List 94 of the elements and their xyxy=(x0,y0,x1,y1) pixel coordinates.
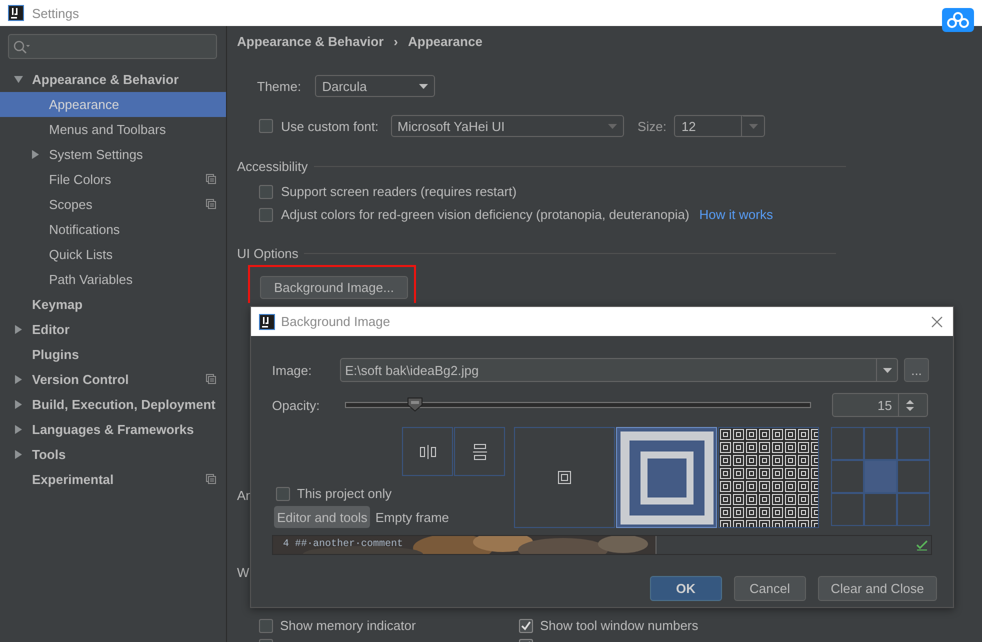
checkbox-label: Show memory indicator xyxy=(280,618,416,633)
app-logo-icon xyxy=(8,5,24,21)
sidebar-item[interactable]: Experimental xyxy=(0,467,226,492)
line-number: 4 xyxy=(283,539,290,550)
expand-arrow-icon[interactable] xyxy=(14,450,22,459)
checkbox-label: Adjust colors for red-green vision deficiency (protanopia, deuteranopia) xyxy=(281,207,690,222)
dialog-button[interactable]: Clear and Close xyxy=(818,576,937,601)
breadcrumb-item[interactable]: Appearance xyxy=(408,34,482,49)
theme-dropdown[interactable]: Darcula xyxy=(315,75,436,97)
sidebar-item[interactable]: Build, Execution, Deployment xyxy=(0,392,226,417)
flip-horizontal-icon xyxy=(420,444,436,458)
target-tab[interactable]: Editor and tools xyxy=(274,506,370,528)
checkbox-label: This project only xyxy=(297,486,392,501)
sidebar-item[interactable]: Keymap xyxy=(0,292,226,317)
expand-arrow-icon[interactable] xyxy=(14,400,22,409)
size-label: Size: xyxy=(638,118,666,134)
slider-thumb[interactable] xyxy=(406,397,423,412)
checkbox[interactable] xyxy=(259,618,273,632)
custom-font-label: Use custom font: xyxy=(281,118,379,134)
anchor-cell[interactable] xyxy=(864,427,897,460)
sidebar-item[interactable]: Appearance xyxy=(0,92,226,117)
sidebar-item[interactable]: Scopes xyxy=(0,192,226,217)
font-dropdown[interactable]: Microsoft YaHei UI xyxy=(390,115,624,137)
sidebar-item[interactable]: Version Control xyxy=(0,367,226,392)
checkbox-label: Support screen readers (requires restart) xyxy=(281,184,517,199)
breadcrumb-separator: › xyxy=(394,34,398,49)
code-comment: ##·another·comment xyxy=(295,539,404,550)
checkbox-label: Show tool window numbers xyxy=(540,618,698,633)
sidebar-item[interactable]: Path Variables xyxy=(0,267,226,292)
flip-vertical-icon xyxy=(472,444,486,460)
dropdown-arrow-icon xyxy=(882,368,892,372)
anchor-cell[interactable] xyxy=(831,493,864,526)
opacity-slider[interactable] xyxy=(345,397,811,413)
background-image-button[interactable]: Background Image... xyxy=(260,276,408,299)
fill-mode-button[interactable] xyxy=(718,427,819,528)
checkmark-icon xyxy=(520,620,532,632)
close-icon[interactable] xyxy=(931,316,943,328)
browse-button[interactable]: ... xyxy=(904,358,929,382)
collapse-arrow-icon[interactable] xyxy=(14,75,22,84)
size-field[interactable]: 12 xyxy=(674,115,766,137)
checkbox[interactable] xyxy=(259,119,273,133)
search-field[interactable] xyxy=(8,34,217,59)
section-heading: Accessibility xyxy=(237,159,308,174)
opacity-label: Opacity: xyxy=(272,398,321,412)
cloud-icon[interactable] xyxy=(942,8,974,32)
expand-arrow-icon[interactable] xyxy=(14,425,22,434)
how-it-works-link[interactable]: How it works xyxy=(699,207,773,222)
theme-label: Theme: xyxy=(257,78,302,94)
sidebar-item[interactable]: File Colors xyxy=(0,167,226,192)
dropdown-arrow-icon xyxy=(608,124,617,128)
anchor-cell[interactable] xyxy=(864,493,897,526)
section-heading: W xyxy=(237,565,250,580)
flip-horizontal-button[interactable] xyxy=(402,427,453,476)
anchor-cell[interactable] xyxy=(864,460,897,493)
app-logo-icon xyxy=(259,314,275,330)
anchor-cell[interactable] xyxy=(897,460,930,493)
dialog-button[interactable]: OK xyxy=(650,576,722,601)
tile-icon xyxy=(719,428,818,527)
breadcrumb-item[interactable]: Appearance & Behavior xyxy=(237,34,384,49)
sidebar-item[interactable]: Editor xyxy=(0,317,226,342)
checkbox[interactable] xyxy=(259,208,273,222)
section-heading: UI Options xyxy=(237,246,298,261)
checkbox[interactable] xyxy=(519,618,533,632)
dropdown-arrow-icon xyxy=(419,84,428,88)
dropdown-arrow-icon xyxy=(741,116,764,136)
sidebar-item[interactable]: Tools xyxy=(0,442,226,467)
sidebar-item[interactable]: Notifications xyxy=(0,217,226,242)
anchor-cell[interactable] xyxy=(831,460,864,493)
dialog-button[interactable]: Cancel xyxy=(734,576,806,601)
search-icon xyxy=(13,40,31,54)
opacity-spinner[interactable]: 15 xyxy=(832,393,928,417)
center-icon xyxy=(558,471,571,484)
sidebar-item[interactable]: Languages & Frameworks xyxy=(0,417,226,442)
checkbox[interactable] xyxy=(259,184,273,198)
anchor-cell[interactable] xyxy=(897,427,930,460)
image-path-field[interactable]: E:\soft bak\ideaBg2.jpg xyxy=(340,358,898,382)
sidebar-item[interactable]: System Settings xyxy=(0,142,226,167)
sidebar-item[interactable]: Menus and Toolbars xyxy=(0,117,226,142)
anchor-cell[interactable] xyxy=(897,493,930,526)
anchor-cell[interactable] xyxy=(831,427,864,460)
image-label: Image: xyxy=(272,362,313,378)
dialog-title: Background Image xyxy=(281,314,392,329)
window-title: Settings xyxy=(32,6,79,20)
expand-arrow-icon[interactable] xyxy=(14,375,22,384)
checkbox[interactable] xyxy=(276,486,290,500)
spinner-arrows-icon[interactable] xyxy=(905,398,915,412)
sidebar-item[interactable]: Appearance & Behavior xyxy=(0,67,226,92)
sidebar-item[interactable]: Quick Lists xyxy=(0,242,226,267)
target-tab[interactable]: Empty frame xyxy=(372,506,452,528)
expand-arrow-icon[interactable] xyxy=(30,150,40,159)
sidebar-item[interactable]: Plugins xyxy=(0,342,226,367)
flip-vertical-button[interactable] xyxy=(454,427,505,476)
check-icon xyxy=(916,540,928,551)
expand-arrow-icon[interactable] xyxy=(14,325,22,334)
